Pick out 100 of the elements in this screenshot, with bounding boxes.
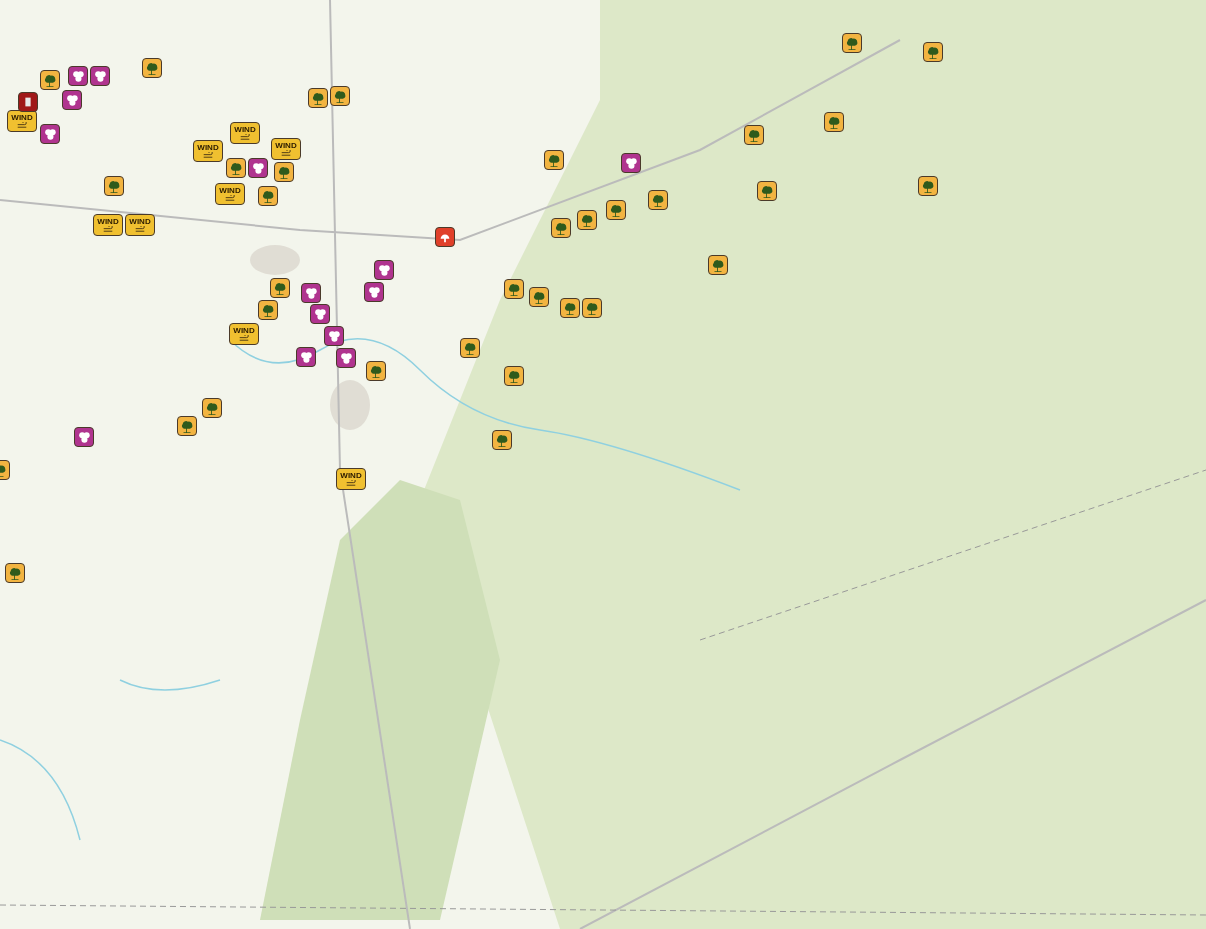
wind-marker[interactable]: WIND: [229, 323, 259, 345]
grape-marker[interactable]: [336, 348, 356, 368]
tree-icon: [547, 153, 561, 167]
grape-marker[interactable]: [74, 427, 94, 447]
tree-icon: [651, 193, 665, 207]
grape-marker[interactable]: [68, 66, 88, 86]
tree-icon: [311, 91, 325, 105]
wind-marker[interactable]: WIND: [336, 468, 366, 490]
grape-marker[interactable]: [310, 304, 330, 324]
wind-marker[interactable]: WIND: [230, 122, 260, 144]
tree-marker[interactable]: [923, 42, 943, 62]
tree-marker[interactable]: [757, 181, 777, 201]
tree-marker[interactable]: [270, 278, 290, 298]
wind-marker[interactable]: WIND: [215, 183, 245, 205]
grape-marker[interactable]: [301, 283, 321, 303]
tree-icon: [760, 184, 774, 198]
grape-marker[interactable]: [90, 66, 110, 86]
tree-icon: [563, 301, 577, 315]
marker-label: WIND: [129, 217, 151, 226]
wind-icon: [280, 149, 292, 157]
tree-marker[interactable]: [577, 210, 597, 230]
tree-marker[interactable]: [142, 58, 162, 78]
tree-icon: [585, 301, 599, 315]
wind-icon: [102, 225, 114, 233]
tree-marker[interactable]: [330, 86, 350, 106]
grape-marker[interactable]: [364, 282, 384, 302]
marker-label: WIND: [197, 143, 219, 152]
tree-marker[interactable]: [258, 186, 278, 206]
wind-icon: [238, 334, 250, 342]
wind-icon: [16, 121, 28, 129]
tree-marker[interactable]: [460, 338, 480, 358]
grape-icon: [71, 69, 85, 83]
wind-marker[interactable]: WIND: [193, 140, 223, 162]
tree-marker[interactable]: [40, 70, 60, 90]
tree-marker[interactable]: [258, 300, 278, 320]
tree-marker[interactable]: [274, 162, 294, 182]
tree-icon: [495, 433, 509, 447]
tree-marker[interactable]: [529, 287, 549, 307]
tree-marker[interactable]: [5, 563, 25, 583]
grape-icon: [339, 351, 353, 365]
marker-label: WIND: [97, 217, 119, 226]
wind-icon: [345, 479, 357, 487]
tree-icon: [580, 213, 594, 227]
grape-icon: [93, 69, 107, 83]
wind-marker[interactable]: WIND: [93, 214, 123, 236]
tree-icon: [107, 179, 121, 193]
tree-icon: [827, 115, 841, 129]
grape-icon: [367, 285, 381, 299]
tree-marker[interactable]: [504, 279, 524, 299]
marker-label: WIND: [275, 141, 297, 150]
tree-marker[interactable]: [492, 430, 512, 450]
wind-icon: [202, 151, 214, 159]
grape-marker[interactable]: [62, 90, 82, 110]
tree-marker[interactable]: [202, 398, 222, 418]
tree-marker[interactable]: [918, 176, 938, 196]
tree-icon: [261, 303, 275, 317]
wind-icon: [224, 194, 236, 202]
tree-icon: [369, 364, 383, 378]
tree-marker[interactable]: [504, 366, 524, 386]
grape-marker[interactable]: [296, 347, 316, 367]
tree-icon: [711, 258, 725, 272]
tree-icon: [43, 73, 57, 87]
tree-marker[interactable]: [560, 298, 580, 318]
tree-marker[interactable]: [308, 88, 328, 108]
tree-marker[interactable]: [582, 298, 602, 318]
tree-icon: [507, 282, 521, 296]
grape-icon: [304, 286, 318, 300]
tree-icon: [532, 290, 546, 304]
tree-icon: [180, 419, 194, 433]
tree-icon: [333, 89, 347, 103]
tree-marker[interactable]: [648, 190, 668, 210]
tree-marker[interactable]: [708, 255, 728, 275]
tree-marker[interactable]: [177, 416, 197, 436]
grape-marker[interactable]: [40, 124, 60, 144]
tree-marker[interactable]: [366, 361, 386, 381]
tree-marker[interactable]: [744, 125, 764, 145]
tree-marker[interactable]: [606, 200, 626, 220]
grape-icon: [251, 161, 265, 175]
grape-icon: [299, 350, 313, 364]
tree-marker[interactable]: [824, 112, 844, 132]
grape-marker[interactable]: [374, 260, 394, 280]
grape-marker[interactable]: [324, 326, 344, 346]
tree-icon: [145, 61, 159, 75]
wind-marker[interactable]: WIND: [271, 138, 301, 160]
tree-marker[interactable]: [551, 218, 571, 238]
grape-marker[interactable]: [248, 158, 268, 178]
tree-icon: [921, 179, 935, 193]
marker-label: WIND: [219, 186, 241, 195]
tree-icon: [8, 566, 22, 580]
grape-icon: [327, 329, 341, 343]
grape-icon: [624, 156, 638, 170]
tree-marker[interactable]: [544, 150, 564, 170]
wind-marker[interactable]: WIND: [7, 110, 37, 132]
tree-marker[interactable]: [104, 176, 124, 196]
marker-label: WIND: [11, 113, 33, 122]
grape-marker[interactable]: [621, 153, 641, 173]
wind-marker[interactable]: WIND: [125, 214, 155, 236]
tree-marker[interactable]: [842, 33, 862, 53]
grape-icon: [313, 307, 327, 321]
tree-marker[interactable]: [226, 158, 246, 178]
